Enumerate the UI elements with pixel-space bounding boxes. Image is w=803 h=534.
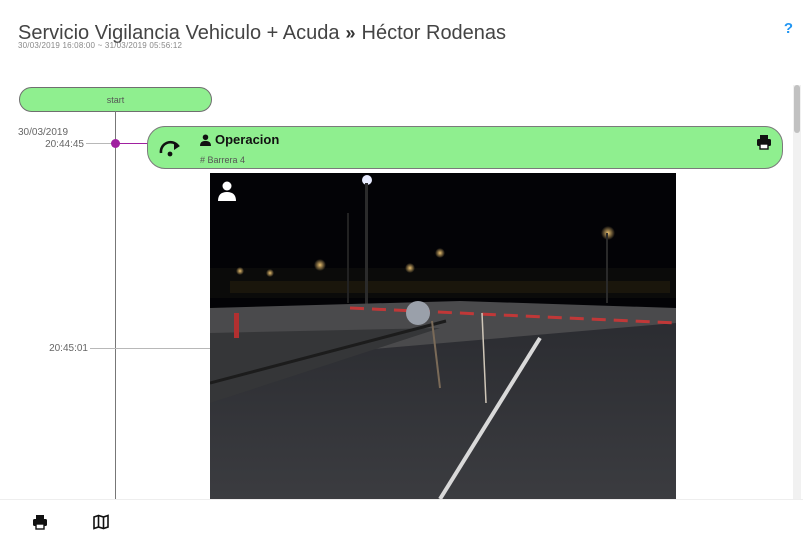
event-photo[interactable] [210,173,676,499]
print-icon[interactable] [32,514,48,530]
print-icon[interactable] [756,134,772,150]
night-parking-image [210,173,676,499]
breadcrumb-separator: » [345,23,356,43]
scrollbar-track[interactable] [793,85,801,499]
timeline-tick-1: 30/03/2019 20:44:45 [18,127,112,151]
timeline-start: start [19,87,212,112]
tick-date: 30/03/2019 [18,127,69,138]
tick-line-1 [86,143,112,144]
help-button[interactable]: ? [784,20,793,37]
rotate-cw-icon [159,140,180,157]
tick-time: 20:44:45 [45,139,84,150]
page-header: Servicio Vigilancia Vehiculo + Acuda » H… [18,22,778,62]
user-icon [218,181,236,201]
footer-divider [0,499,803,500]
timeline-start-label: start [106,94,125,105]
timeline-tick-2: 20:45:01 [49,343,88,354]
scrollbar-thumb[interactable] [794,85,800,133]
date-range: 30/03/2019 16:08:00 ~ 31/03/2019 05:56:1… [18,41,183,50]
event-connector [119,143,149,144]
event-title-text: Operacion [215,132,280,147]
tick-line-2 [90,348,210,349]
event-subtitle: # Barrera 4 [200,155,246,165]
event-card[interactable]: Operacion # Barrera 4 [147,126,783,169]
event-title: Operacion [200,132,279,147]
map-icon[interactable] [93,514,109,530]
timeline-axis [115,111,116,499]
user-icon [200,134,211,146]
person-name: Héctor Rodenas [361,22,507,44]
